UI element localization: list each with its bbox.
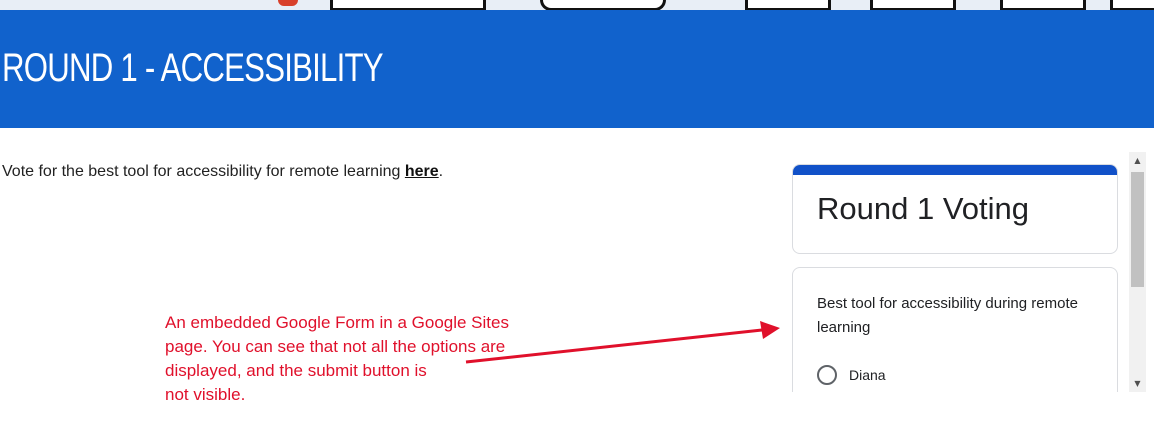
banner-shape [745, 0, 831, 10]
intro-text: Vote for the best tool for accessibility… [2, 163, 405, 180]
banner-shape [1000, 0, 1086, 10]
scroll-up-icon[interactable]: ▲ [1129, 152, 1146, 169]
question-text: Best tool for accessibility during remot… [817, 295, 1078, 336]
banner-shape [330, 0, 486, 10]
annotation-line: not visible. [165, 385, 246, 404]
intro-paragraph: Vote for the best tool for accessibility… [2, 163, 443, 181]
vote-link[interactable]: here [405, 163, 439, 180]
banner-shape [870, 0, 956, 10]
banner-shape [1110, 0, 1154, 10]
page-title: ROUND 1 - ACCESSIBILITY [2, 46, 384, 90]
radio-button[interactable] [817, 365, 837, 385]
form-accent-bar [793, 165, 1117, 175]
scrollbar-thumb[interactable] [1131, 172, 1144, 287]
form-scrollbar[interactable]: ▲ ▼ [1129, 152, 1146, 392]
annotation-note: An embedded Google Form in a Google Site… [165, 311, 550, 407]
radio-option[interactable]: Diana [817, 365, 886, 385]
option-label: Diana [849, 367, 886, 383]
annotation-line: page. You can see that not all the optio… [165, 337, 506, 356]
page-header: ROUND 1 - ACCESSIBILITY [0, 10, 1154, 128]
annotation-line: An embedded Google Form in a Google Site… [165, 313, 509, 332]
scroll-down-icon[interactable]: ▼ [1129, 375, 1146, 392]
arrow-head [760, 321, 780, 339]
form-question-card: Best tool for accessibility during remot… [792, 267, 1118, 392]
banner-shape [540, 0, 666, 10]
banner-image-strip [0, 0, 1154, 10]
annotation-line: displayed, and the submit button is [165, 361, 427, 380]
banner-shape [278, 0, 298, 6]
embedded-form-frame[interactable]: Round 1 Voting Best tool for accessibili… [788, 152, 1154, 392]
form-title: Round 1 Voting [817, 191, 1030, 226]
form-title-card: Round 1 Voting [792, 164, 1118, 254]
intro-suffix: . [438, 163, 444, 180]
